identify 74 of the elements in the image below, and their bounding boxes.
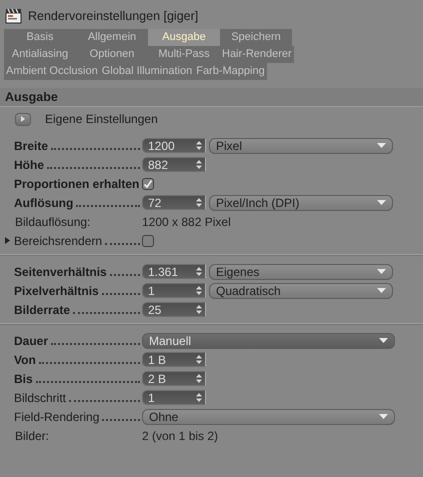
tab[interactable]: Basis bbox=[4, 29, 76, 46]
number-field[interactable]: 1.361 bbox=[142, 264, 206, 279]
unit-dropdown[interactable]: Pixel bbox=[209, 138, 393, 154]
field-label: Bis bbox=[14, 372, 33, 386]
info-label: Bilder: bbox=[14, 428, 50, 442]
checkbox[interactable] bbox=[142, 178, 154, 190]
window-title: Rendervoreinstellungen [giger] bbox=[28, 8, 198, 22]
dropdown[interactable]: Ohne bbox=[142, 408, 395, 424]
tab[interactable]: Allgemein bbox=[76, 29, 148, 46]
field-label: Bilderrate bbox=[14, 303, 70, 317]
number-field[interactable]: 72 bbox=[142, 195, 206, 210]
leader-dots bbox=[110, 274, 140, 276]
spinner-icon[interactable] bbox=[196, 355, 202, 364]
tab[interactable]: Ambient Occlusion bbox=[4, 63, 100, 80]
caret-icon bbox=[377, 288, 386, 293]
number-field[interactable]: 1200 bbox=[142, 138, 206, 153]
unit-dropdown[interactable]: Eigenes bbox=[209, 264, 393, 280]
preset-label: Eigene Einstellungen bbox=[45, 112, 158, 126]
info-label: Bildauflösung: bbox=[14, 214, 92, 228]
leader-dots bbox=[102, 293, 140, 295]
unit-dropdown[interactable]: Pixel/Inch (DPI) bbox=[209, 194, 393, 210]
tab[interactable]: Antialiasing bbox=[4, 46, 76, 63]
spinner-icon[interactable] bbox=[196, 286, 202, 295]
caret-icon bbox=[377, 200, 386, 205]
tab[interactable]: Speichern bbox=[220, 29, 292, 46]
preset-button[interactable] bbox=[15, 112, 31, 126]
number-field[interactable]: 1 bbox=[142, 283, 206, 298]
leader-dots bbox=[105, 243, 140, 245]
leader-dots bbox=[69, 400, 140, 402]
number-field[interactable]: 1 B bbox=[142, 352, 206, 367]
field-label: Proportionen erhalten bbox=[14, 177, 140, 191]
field-label: Bildschritt bbox=[14, 391, 66, 405]
tab[interactable]: Hair-Renderer bbox=[220, 46, 294, 63]
checkbox[interactable] bbox=[142, 234, 154, 246]
leader-dots bbox=[73, 312, 140, 314]
tab[interactable]: Optionen bbox=[76, 46, 148, 63]
tab[interactable]: Multi-Pass bbox=[148, 46, 220, 63]
caret-icon bbox=[379, 338, 388, 343]
number-field[interactable]: 25 bbox=[142, 302, 206, 317]
spinner-icon[interactable] bbox=[196, 393, 202, 402]
number-field[interactable]: 1 bbox=[142, 390, 206, 405]
info-value: 1200 x 882 Pixel bbox=[142, 214, 231, 228]
leader-dots bbox=[102, 419, 140, 421]
tab[interactable]: Farb-Mapping bbox=[194, 63, 267, 80]
spinner-icon[interactable] bbox=[196, 160, 202, 169]
caret-icon bbox=[379, 414, 388, 419]
caret-icon bbox=[377, 269, 386, 274]
unit-dropdown[interactable]: Quadratisch bbox=[209, 282, 393, 298]
spinner-icon[interactable] bbox=[196, 198, 202, 207]
spinner-icon[interactable] bbox=[196, 374, 202, 383]
number-field[interactable]: 882 bbox=[142, 157, 206, 172]
field-label: Pixelverhältnis bbox=[14, 284, 99, 298]
spinner-icon[interactable] bbox=[196, 305, 202, 314]
dropdown[interactable]: Manuell bbox=[142, 332, 395, 348]
clapperboard-icon bbox=[5, 8, 22, 24]
field-label: Bereichsrendern bbox=[14, 234, 102, 248]
field-label: Breite bbox=[14, 139, 48, 153]
triangle-icon bbox=[21, 116, 25, 122]
caret-icon bbox=[377, 143, 386, 148]
field-label: Dauer bbox=[14, 334, 48, 348]
field-label: Field-Rendering bbox=[14, 410, 100, 424]
leader-dots bbox=[76, 205, 140, 207]
field-label: Auflösung bbox=[14, 196, 74, 210]
field-label: Seitenverhältnis bbox=[14, 265, 107, 279]
field-label: Höhe bbox=[14, 158, 44, 172]
collapsed-arrow-icon[interactable] bbox=[5, 237, 10, 244]
section-header: Ausgabe bbox=[0, 88, 423, 107]
info-value: 2 (von 1 bis 2) bbox=[142, 428, 218, 442]
field-label: Von bbox=[14, 353, 36, 367]
spinner-icon[interactable] bbox=[196, 141, 202, 150]
number-field[interactable]: 2 B bbox=[142, 371, 206, 386]
spinner-icon[interactable] bbox=[196, 267, 202, 276]
tab[interactable]: Global Illumination bbox=[100, 63, 194, 80]
tab[interactable]: Ausgabe bbox=[148, 29, 220, 46]
